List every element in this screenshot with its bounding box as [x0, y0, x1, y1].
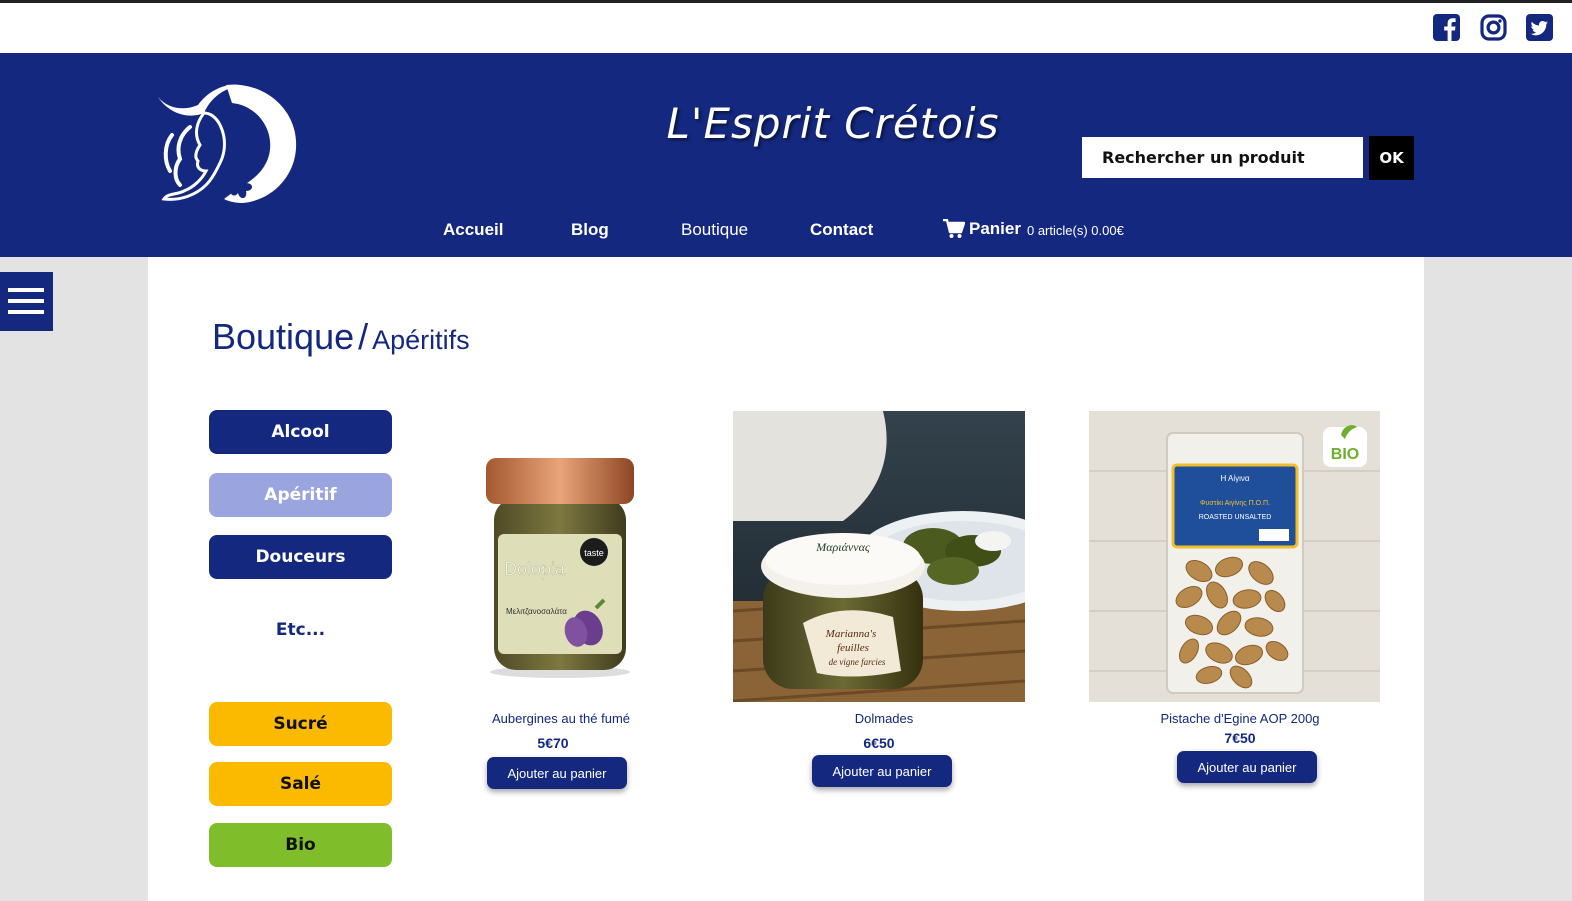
- nav-item-blog[interactable]: Blog: [571, 220, 609, 240]
- add-to-cart-button[interactable]: Ajouter au panier: [487, 757, 627, 789]
- product-image-aubergines[interactable]: Dolopia Μελιτζανοσαλάτα taste: [470, 450, 650, 680]
- product-name[interactable]: Aubergines au thé fumé: [431, 711, 691, 726]
- twitter-icon[interactable]: [1526, 14, 1553, 41]
- breadcrumb-separator: /: [358, 316, 369, 357]
- product-image-pack-3: ROASTED UNSALTED: [1199, 514, 1272, 521]
- facebook-icon[interactable]: [1433, 14, 1460, 41]
- cart-icon: [943, 219, 969, 239]
- nav-item-cart[interactable]: Panier 0 article(s) 0.00€: [943, 219, 1124, 239]
- nav-item-boutique[interactable]: Boutique: [681, 220, 748, 240]
- product-image-subtitle: Μελιτζανοσαλάτα: [506, 607, 567, 616]
- search-submit-button[interactable]: OK: [1369, 136, 1414, 180]
- category-aperitif-button[interactable]: Apéritif: [209, 473, 392, 517]
- site-header: L'Esprit Crétois OK Accueil Blog Boutiqu…: [0, 53, 1572, 257]
- product-image-lid-text: Μαριάννας: [815, 540, 870, 554]
- cart-summary: 0 article(s) 0.00€: [1026, 223, 1124, 238]
- category-sale-button[interactable]: Salé: [209, 762, 392, 806]
- product-image-pistache[interactable]: Η Αίγινα Φυστίκι Αιγίνης Π.Ο.Π. ROASTED …: [1089, 411, 1380, 702]
- category-etc-label: Etc...: [275, 620, 326, 640]
- product-image-label-1: Marianna's: [825, 628, 877, 640]
- search-input[interactable]: [1082, 137, 1363, 178]
- product-price: 7€50: [1224, 730, 1256, 746]
- instagram-icon[interactable]: [1480, 14, 1507, 41]
- product-price: 5€70: [537, 735, 569, 751]
- category-sucre-button[interactable]: Sucré: [209, 702, 392, 746]
- social-bar: [0, 3, 1572, 53]
- add-to-cart-button[interactable]: Ajouter au panier: [1177, 751, 1317, 783]
- nav-item-contact[interactable]: Contact: [810, 220, 873, 240]
- site-title: L'Esprit Crétois: [666, 99, 1000, 148]
- product-image-badge: taste: [584, 548, 604, 558]
- nav-item-accueil[interactable]: Accueil: [443, 220, 503, 240]
- breadcrumb-current: Apéritifs: [372, 325, 470, 355]
- product-name[interactable]: Pistache d'Egine AOP 200g: [1110, 711, 1370, 726]
- product-name[interactable]: Dolmades: [754, 711, 1014, 726]
- product-image-dolmades[interactable]: Μαριάννας Marianna's feuilles de vigne f…: [733, 411, 1025, 702]
- product-image-label-2: feuilles: [837, 642, 869, 654]
- category-alcool-button[interactable]: Alcool: [209, 410, 392, 454]
- site-logo[interactable]: [150, 75, 304, 209]
- category-bio-button[interactable]: Bio: [209, 823, 392, 867]
- bio-badge-icon: BIO: [1331, 446, 1359, 463]
- breadcrumb: Boutique / Apéritifs: [212, 316, 470, 358]
- breadcrumb-boutique[interactable]: Boutique: [212, 316, 354, 357]
- product-image-pack-2: Φυστίκι Αιγίνης Π.Ο.Π.: [1200, 499, 1270, 507]
- add-to-cart-button[interactable]: Ajouter au panier: [812, 755, 952, 787]
- product-price: 6€50: [863, 735, 895, 751]
- cart-label: Panier: [969, 219, 1021, 238]
- menu-icon[interactable]: [0, 272, 53, 331]
- product-image-pack-1: Η Αίγινα: [1220, 474, 1249, 483]
- category-douceurs-button[interactable]: Douceurs: [209, 535, 392, 579]
- product-image-brand: Dolopia: [504, 559, 566, 579]
- product-image-label-3: de vigne farcies: [829, 657, 886, 667]
